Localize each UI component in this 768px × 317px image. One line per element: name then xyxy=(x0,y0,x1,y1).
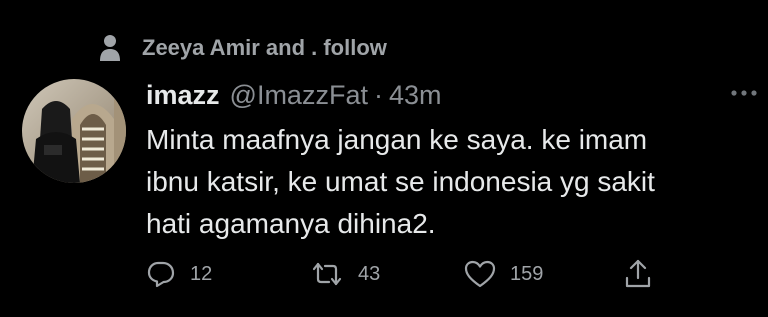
tweet-header: imazz @ImazzFat · 43m xyxy=(146,80,442,114)
like-button[interactable]: 159 xyxy=(464,256,543,292)
tweet-text-line: ibnu katsir, ke umat se indonesia yg sak… xyxy=(146,166,655,197)
avatar[interactable] xyxy=(22,79,126,183)
separator-dot: · xyxy=(373,80,383,110)
like-count: 159 xyxy=(510,262,544,285)
user-handle[interactable]: @ImazzFat xyxy=(230,80,368,111)
tweet-text: Minta maafnya jangan ke saya. ke imam ib… xyxy=(146,119,746,245)
timestamp[interactable]: 43m xyxy=(389,80,442,111)
social-context-text[interactable]: Zeeya Amir and . follow xyxy=(142,35,387,61)
display-name[interactable]: imazz xyxy=(146,80,220,111)
action-bar: 12 43 159 xyxy=(146,256,666,292)
tweet-card[interactable]: Zeeya Amir and . follow imazz @ImazzFat … xyxy=(0,0,768,317)
reply-count: 12 xyxy=(190,262,213,285)
heart-icon xyxy=(464,259,496,289)
reply-button[interactable]: 12 xyxy=(146,256,212,292)
tweet-text-line: hati agamanya dihina2. xyxy=(146,208,436,239)
retweet-count: 43 xyxy=(358,262,381,285)
share-icon xyxy=(623,258,653,290)
share-button[interactable] xyxy=(623,256,653,292)
reply-icon xyxy=(146,259,176,289)
social-context: Zeeya Amir and . follow xyxy=(100,33,387,63)
retweet-icon xyxy=(310,259,344,289)
retweet-button[interactable]: 43 xyxy=(310,256,380,292)
more-options-icon[interactable] xyxy=(728,86,760,100)
tweet-text-line: Minta maafnya jangan ke saya. ke imam xyxy=(146,124,648,155)
person-icon xyxy=(100,34,120,62)
